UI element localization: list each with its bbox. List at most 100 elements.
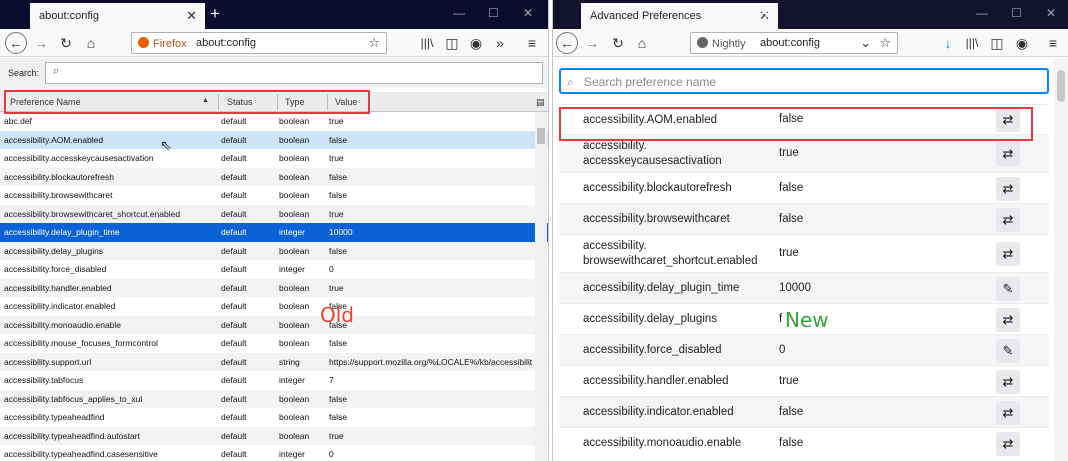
- status-cell: default: [221, 282, 247, 293]
- account-icon[interactable]: ◉: [1012, 33, 1032, 53]
- search-input[interactable]: ⌕: [45, 62, 543, 84]
- menu-icon[interactable]: ≡: [1043, 33, 1063, 53]
- table-row[interactable]: accessibility.delay_plugin_time default in…: [0, 223, 548, 242]
- type-cell: boolean: [279, 153, 310, 163]
- maximize-icon[interactable]: ☐: [1011, 6, 1022, 20]
- type-cell: boolean: [279, 301, 310, 311]
- scrollbar[interactable]: [1054, 58, 1068, 461]
- scrollbar-thumb[interactable]: [537, 128, 545, 144]
- identity-badge[interactable]: Firefox: [138, 37, 187, 50]
- table-row[interactable]: accessibility.AOM.enabled default boolean f…: [0, 130, 548, 149]
- back-icon[interactable]: ←: [5, 32, 27, 54]
- address-bar[interactable]: Nightly about:config ⌄ ☆: [690, 32, 898, 54]
- table-row[interactable]: accessibility.handler.enabled default bool…: [0, 278, 548, 297]
- preference-row[interactable]: accessibility.monoaudio.enable false ⇄: [559, 427, 1049, 458]
- tab-advanced-preferences[interactable]: Advanced Preferences ✕: [581, 3, 778, 29]
- new-about-config-window: Advanced Preferences ✕ + — ☐ ✕ ← → ↻ ⌂ N…: [552, 0, 1068, 461]
- home-icon[interactable]: ⌂: [632, 33, 652, 53]
- search-preference-input[interactable]: ⌕ Search preference name: [559, 68, 1049, 94]
- old-label: Old: [320, 303, 354, 327]
- new-tab-icon[interactable]: +: [761, 4, 771, 24]
- column-picker-icon[interactable]: ▤: [536, 97, 545, 108]
- forward-icon[interactable]: →: [582, 33, 602, 53]
- account-icon[interactable]: ◉: [466, 33, 486, 53]
- toggle-icon: ⇄: [1002, 405, 1014, 420]
- table-row[interactable]: accessibility.accesskeycausesactivation d…: [0, 149, 548, 168]
- table-row[interactable]: accessibility.blockautorefresh default boo…: [0, 167, 548, 186]
- new-tab-icon[interactable]: +: [210, 4, 220, 24]
- table-row[interactable]: accessibility.typeaheadfind default boolea…: [0, 408, 548, 427]
- table-row[interactable]: accessibility.force_disabled default integ…: [0, 260, 548, 279]
- minimize-icon[interactable]: —: [453, 6, 465, 20]
- overflow-icon[interactable]: »: [490, 33, 510, 53]
- library-icon[interactable]: |||\: [962, 33, 982, 53]
- menu-icon[interactable]: ≡: [522, 33, 542, 53]
- tab-about-config[interactable]: about:config ✕: [30, 3, 205, 29]
- pref-name-cell: accessibility.delay_plugin_time: [4, 227, 120, 237]
- close-window-icon[interactable]: ✕: [1046, 6, 1056, 20]
- status-cell: default: [221, 319, 247, 330]
- table-body: abc.def default boolean true accessibility.A…: [0, 112, 548, 461]
- preference-row[interactable]: accessibility.browsewithcaret false ⇄: [559, 203, 1049, 234]
- preference-row[interactable]: accessibility.indicator.enabled false ⇄: [559, 396, 1049, 427]
- table-row[interactable]: accessibility.typeaheadfind.autostart def…: [0, 426, 548, 445]
- library-icon[interactable]: |||\: [417, 33, 437, 53]
- tab-bar: about:config ✕ + — ☐ ✕: [0, 0, 548, 29]
- scrollbar-thumb[interactable]: [1057, 70, 1065, 102]
- table-row[interactable]: accessibility.delay_plugins default boolea…: [0, 241, 548, 260]
- preference-row[interactable]: accessibility. browsewithcaret_shortcut.…: [559, 234, 1049, 272]
- maximize-icon[interactable]: ☐: [488, 6, 499, 20]
- table-row[interactable]: accessibility.typeaheadfind.casesensitiv…: [0, 445, 548, 461]
- edit-button[interactable]: ✎: [996, 339, 1020, 363]
- toggle-button[interactable]: ⇄: [996, 432, 1020, 456]
- edit-button[interactable]: ✎: [996, 277, 1020, 301]
- toggle-button[interactable]: ⇄: [996, 142, 1020, 166]
- table-row[interactable]: abc.def default boolean true: [0, 112, 548, 131]
- table-row[interactable]: accessibility.monoaudio.enable default boo…: [0, 315, 548, 334]
- pref-name: accessibility.monoaudio.enable: [583, 437, 742, 449]
- toggle-button[interactable]: ⇄: [996, 242, 1020, 266]
- reload-icon[interactable]: ↻: [608, 33, 628, 53]
- table-row[interactable]: accessibility.support.url default string ht…: [0, 352, 548, 371]
- toggle-icon: ⇄: [1002, 312, 1014, 327]
- status-cell: default: [221, 227, 247, 237]
- table-row[interactable]: accessibility.tabfocus_applies_to_xul def…: [0, 389, 548, 408]
- table-row[interactable]: accessibility.browsewithcaret_shortcut.e…: [0, 204, 548, 223]
- status-cell: default: [221, 393, 247, 404]
- pref-value: true: [779, 247, 799, 259]
- pref-name: accessibility.delay_plugins: [583, 313, 718, 325]
- type-cell: integer: [279, 375, 305, 385]
- toggle-button[interactable]: ⇄: [996, 401, 1020, 425]
- sidebar-icon[interactable]: ◫: [987, 33, 1007, 53]
- pref-value: true: [779, 375, 799, 387]
- address-bar[interactable]: Firefox about:config ☆: [131, 32, 387, 54]
- close-window-icon[interactable]: ✕: [523, 6, 533, 20]
- close-tab-icon[interactable]: ✕: [186, 8, 197, 24]
- home-icon[interactable]: ⌂: [81, 33, 101, 53]
- scrollbar[interactable]: [535, 112, 547, 461]
- bookmark-star-icon[interactable]: ☆: [879, 35, 891, 51]
- table-row[interactable]: accessibility.indicator.enabled default bo…: [0, 297, 548, 316]
- identity-badge[interactable]: Nightly: [697, 37, 746, 50]
- downloads-icon[interactable]: ↓: [938, 33, 958, 53]
- preference-row[interactable]: accessibility.delay_plugin_time 10000 ✎: [559, 272, 1049, 303]
- toggle-button[interactable]: ⇄: [996, 208, 1020, 232]
- table-row[interactable]: accessibility.tabfocus default integer 7: [0, 371, 548, 390]
- preference-row[interactable]: accessibility.handler.enabled true ⇄: [559, 365, 1049, 396]
- toggle-button[interactable]: ⇄: [996, 308, 1020, 332]
- minimize-icon[interactable]: —: [976, 6, 988, 20]
- toggle-button[interactable]: ⇄: [996, 370, 1020, 394]
- table-row[interactable]: accessibility.mouse_focuses_formcontrol d…: [0, 334, 548, 353]
- value-cell: true: [329, 153, 344, 163]
- preference-row[interactable]: accessibility.blockautorefresh false ⇄: [559, 172, 1049, 203]
- dropdown-chevron-icon[interactable]: ⌄: [860, 35, 871, 51]
- forward-icon[interactable]: →: [31, 33, 51, 53]
- bookmark-star-icon[interactable]: ☆: [368, 35, 380, 51]
- toggle-button[interactable]: ⇄: [996, 177, 1020, 201]
- table-row[interactable]: accessibility.browsewithcaret default bool…: [0, 186, 548, 205]
- search-icon: ⌕: [567, 75, 574, 89]
- preference-row[interactable]: accessibility.force_disabled 0 ✎: [559, 334, 1049, 365]
- reload-icon[interactable]: ↻: [56, 33, 76, 53]
- back-icon[interactable]: ←: [556, 32, 578, 54]
- sidebar-icon[interactable]: ◫: [442, 33, 462, 53]
